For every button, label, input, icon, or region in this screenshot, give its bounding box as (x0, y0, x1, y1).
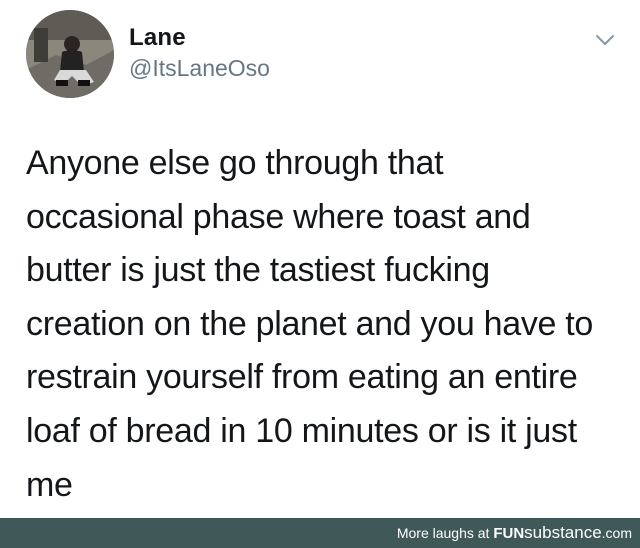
avatar-photo (26, 10, 114, 98)
tweet-text-line: occasional phase where toast and (26, 197, 531, 236)
tweet-text-line: creation on the planet and you have to (26, 304, 594, 343)
tweet-text: Anyone else go through that occasional p… (26, 137, 626, 512)
avatar[interactable] (26, 10, 114, 98)
tweet-text-line: Anyone else go through that (26, 144, 444, 182)
author-handle[interactable]: @ItsLaneOso (129, 55, 270, 82)
tweet-card: Lane @ItsLaneOso Anyone else go through … (0, 0, 640, 518)
chevron-down-icon[interactable] (594, 32, 616, 48)
tweet-text-line: me (26, 465, 73, 504)
footer-credit: More laughs at FUNsubstance.com (397, 524, 632, 543)
watermark-footer: More laughs at FUNsubstance.com (0, 518, 640, 548)
tweet-text-line: restrain yourself from eating an entire (26, 358, 578, 397)
footer-brand-rest: substance (524, 523, 602, 542)
tweet-text-line: butter is just the tastiest fucking (26, 251, 490, 290)
footer-prefix: More laughs at (396, 525, 494, 541)
footer-brand-bold: FUN (493, 525, 525, 542)
author-name[interactable]: Lane (129, 24, 186, 52)
footer-brand-suffix: .com (601, 525, 632, 541)
tweet-text-line: loaf of bread in 10 minutes or is it jus… (26, 411, 577, 450)
